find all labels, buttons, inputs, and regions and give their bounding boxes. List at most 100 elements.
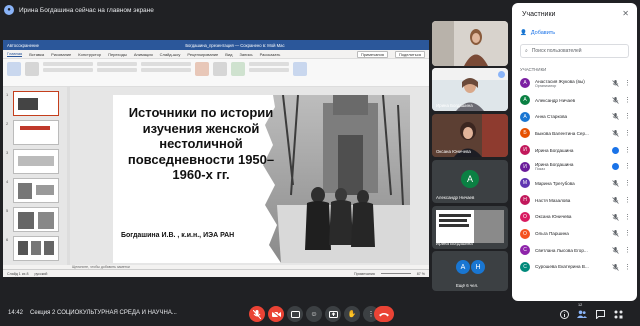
emoji-icon: ☺ [310, 310, 318, 318]
participant-row[interactable]: С Сурошева Екатерина В... ⋮ [512, 259, 637, 276]
tab-review[interactable]: Рецензирование [187, 52, 218, 57]
mic-off-icon [612, 230, 619, 237]
avatar: С [520, 245, 530, 256]
thumbnail-scrollbar[interactable] [67, 87, 70, 265]
video-tile-bogdashina[interactable]: Ирина Богдашина [432, 68, 508, 111]
tab-tell[interactable]: Рассказать [260, 52, 281, 57]
raise-hand-button[interactable]: ✋ [344, 306, 360, 322]
tile-more-participants[interactable]: А Н Ещё 6 чел. [432, 251, 508, 291]
tab-view[interactable]: Вид [225, 52, 232, 57]
reactions-button[interactable]: ☺ [306, 306, 322, 322]
meet-window: ● Ирина Богдашина сейчас на главном экра… [0, 0, 640, 326]
participant-row[interactable]: Б Быкова Валентина Сер... ⋮ [512, 125, 637, 142]
participant-name: Марина Трегубова [535, 180, 575, 186]
video-tile-yunicheva[interactable]: Оксана Юничева [432, 114, 508, 157]
participant-row[interactable]: М Марина Трегубова ⋮ [512, 175, 637, 192]
participant-row[interactable]: И Ирина Богдашина Показ ⋮ [512, 158, 637, 175]
more-vert-icon[interactable]: ⋮ [624, 112, 631, 120]
tile-name: Ирина Богдашина [436, 241, 473, 246]
thumbnail-6[interactable]: 6 [6, 236, 59, 261]
more-vert-icon[interactable]: ⋮ [624, 146, 631, 154]
tab-design[interactable]: Конструктор [78, 52, 101, 57]
tab-draw[interactable]: Рисование [51, 52, 71, 57]
slide-author: Богдашина И.В. , к.и.н., ИЭА РАН [121, 232, 235, 239]
avatar: Н [520, 195, 530, 206]
shapes-icon[interactable] [195, 62, 209, 76]
activities-icon[interactable] [613, 309, 623, 319]
thumbnail-1[interactable]: 1 [6, 91, 59, 116]
tab-transitions[interactable]: Переходы [108, 52, 127, 57]
participant-role: Показ [535, 167, 545, 172]
avatar: А [520, 95, 530, 106]
participant-row[interactable]: С Светлана Лысова Егор... ⋮ [512, 242, 637, 259]
avatar: Б [520, 128, 530, 139]
mic-off-icon [612, 213, 619, 221]
thumbnail-4[interactable]: 4 [6, 178, 59, 203]
tile-nichaev[interactable]: A Александр Ничаев [432, 160, 508, 203]
leave-call-button[interactable] [374, 306, 394, 322]
ppt-titlebar: Автосохранение Богдашина_презентация — С… [3, 40, 429, 50]
video-tile-1[interactable] [432, 21, 508, 66]
paste-icon[interactable] [7, 62, 21, 76]
tile-presentation[interactable]: Ирина Богдашина [432, 206, 508, 249]
new-slide-icon[interactable] [25, 62, 39, 76]
participant-row[interactable]: О Ольга Паршина ⋮ [512, 225, 637, 242]
participant-row[interactable]: И Ирина Богдашина ⋮ [512, 142, 637, 159]
participant-name: Александр Ничаев [535, 97, 576, 103]
more-vert-icon[interactable]: ⋮ [624, 229, 631, 237]
more-vert-icon[interactable]: ⋮ [624, 129, 631, 137]
current-slide[interactable]: Источники по истории изучения женской не… [113, 95, 410, 263]
participant-name: Ольга Паршина [535, 231, 569, 237]
presenting-banner: ● Ирина Богдашина сейчас на главном экра… [4, 3, 154, 17]
participant-row[interactable]: А Анастасия Жукова (вы) Организатор ⋮ [512, 75, 637, 92]
arrange-icon[interactable] [213, 62, 227, 76]
more-vert-icon[interactable]: ⋮ [624, 162, 631, 170]
more-vert-icon[interactable]: ⋮ [624, 196, 631, 204]
participant-row[interactable]: А Александр Ничаев ⋮ [512, 92, 637, 109]
status-language: русский [34, 271, 48, 276]
more-vert-icon[interactable]: ⋮ [624, 79, 631, 87]
add-people-button[interactable]: 👤 Добавить [520, 30, 555, 36]
zoom-slider[interactable] [380, 272, 411, 275]
more-vert-icon[interactable]: ⋮ [624, 179, 631, 187]
participant-row[interactable]: О Оксана Юничева ⋮ [512, 209, 637, 226]
tab-record[interactable]: Запись [240, 52, 253, 57]
chat-icon[interactable] [595, 309, 605, 319]
captions-button[interactable] [287, 306, 303, 322]
mic-toggle-button[interactable] [249, 306, 265, 322]
thumbnail-5[interactable]: 5 [6, 207, 59, 232]
info-icon[interactable] [559, 309, 569, 319]
more-vert-icon[interactable]: ⋮ [624, 96, 631, 104]
present-button[interactable] [325, 306, 341, 322]
more-vert-icon[interactable]: ⋮ [624, 263, 631, 271]
slide-thumbnails: 1 2 3 4 5 6 [3, 87, 65, 265]
mic-off-icon [612, 113, 619, 121]
zoom-level: 87 % [416, 271, 425, 276]
notes-toggle[interactable]: Примечания [354, 272, 375, 276]
avatar: О [520, 228, 530, 239]
tab-insert[interactable]: Вставка [29, 52, 44, 57]
tab-home[interactable]: Главная [7, 51, 23, 57]
share-button[interactable]: Поделиться [394, 50, 425, 58]
thumbnail-3[interactable]: 3 [6, 149, 59, 174]
close-icon[interactable]: ✕ [622, 9, 629, 18]
participant-count-badge: 12 [578, 303, 583, 307]
designer-icon[interactable] [293, 62, 307, 76]
comments-button[interactable]: Примечания [356, 50, 388, 58]
participant-row[interactable]: А Анна Старкова ⋮ [512, 108, 637, 125]
thumbnail-2[interactable]: 2 [6, 120, 59, 145]
styles-icon[interactable] [231, 62, 245, 76]
more-vert-icon[interactable]: ⋮ [624, 213, 631, 221]
camera-toggle-button[interactable] [268, 306, 284, 322]
mic-off-icon [612, 130, 619, 137]
mic-off-icon [253, 309, 261, 319]
people-icon[interactable] [577, 309, 587, 319]
avatar: A [461, 170, 479, 188]
tab-slideshow[interactable]: Слайд-шоу [160, 52, 181, 57]
avatar: М [520, 178, 530, 189]
more-vert-icon[interactable]: ⋮ [624, 246, 631, 254]
participant-row[interactable]: Н Настя Мазалова ⋮ [512, 192, 637, 209]
autosave-label: Автосохранение [7, 42, 39, 48]
tab-animation[interactable]: Анимация [134, 52, 153, 57]
search-input[interactable]: ⌕ Поиск пользователей [520, 44, 629, 58]
